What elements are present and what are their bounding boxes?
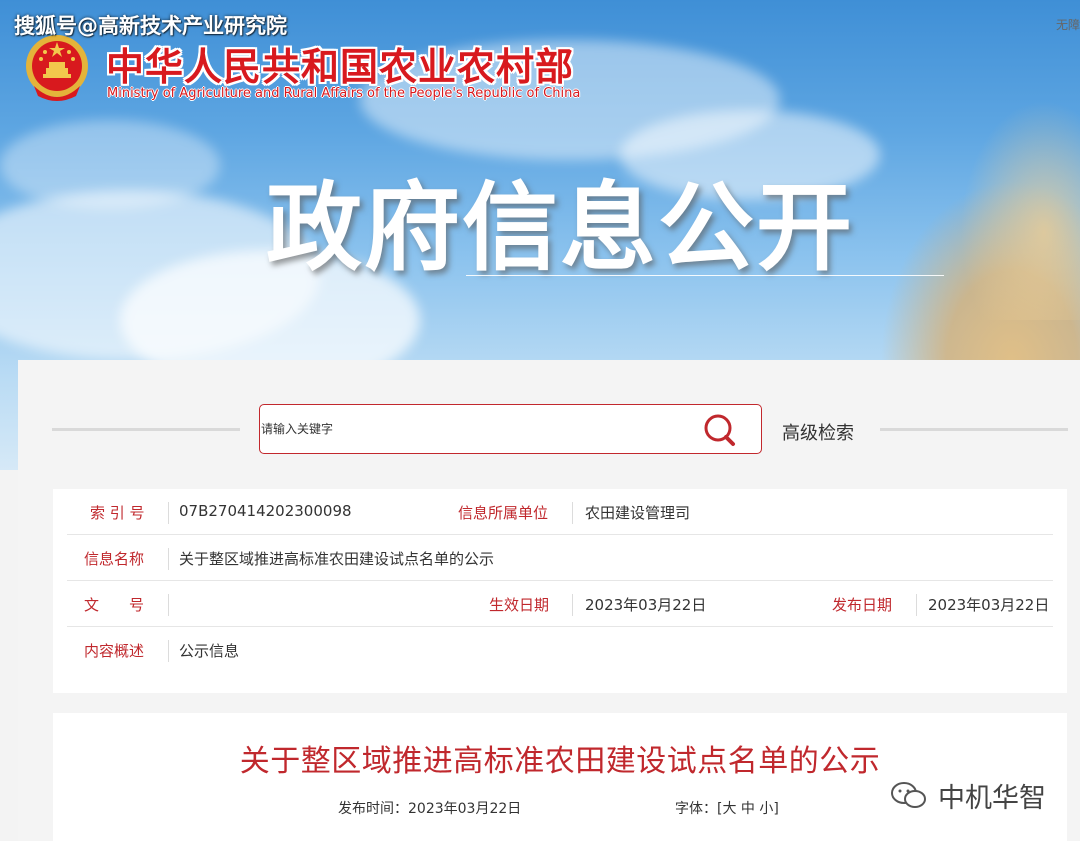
brand-watermark: 中机华智 bbox=[938, 783, 1046, 814]
font-medium-button[interactable]: 中 bbox=[741, 801, 755, 817]
info-row: 内容概述 公示信息 bbox=[53, 627, 1067, 673]
divider-line bbox=[880, 428, 1068, 431]
font-size-selector: 字体：[大 中 小] bbox=[675, 798, 779, 818]
index-number-value: 07B270414202300098 bbox=[179, 502, 352, 520]
info-row: 索 引 号 07B270414202300098 信息所属单位 农田建设管理司 bbox=[53, 489, 1067, 535]
info-table: 索 引 号 07B270414202300098 信息所属单位 农田建设管理司 … bbox=[53, 489, 1067, 693]
info-name-label: 信息名称 bbox=[84, 550, 145, 568]
info-row: 文 号 生效日期 2023年03月22日 发布日期 2023年03月22日 bbox=[53, 581, 1067, 627]
summary-label: 内容概述 bbox=[84, 642, 145, 660]
article-title: 关于整区域推进高标准农田建设试点名单的公示 bbox=[239, 744, 881, 779]
ministry-name-cn: 中华人民共和国农业农村部 bbox=[106, 45, 575, 89]
search-icon[interactable] bbox=[700, 411, 740, 449]
wechat-icon bbox=[891, 782, 926, 808]
unit-value: 农田建设管理司 bbox=[585, 504, 691, 522]
search-bar bbox=[259, 404, 762, 454]
accessibility-link[interactable]: 无障 bbox=[1056, 16, 1080, 33]
column-divider bbox=[168, 640, 169, 662]
info-name-value: 关于整区域推进高标准农田建设试点名单的公示 bbox=[179, 550, 495, 568]
column-divider bbox=[168, 548, 169, 570]
effective-date-label: 生效日期 bbox=[489, 596, 550, 614]
font-small-button[interactable]: 小 bbox=[759, 801, 773, 817]
publish-time-label: 发布时间： bbox=[338, 801, 408, 817]
doc-number-label: 文 号 bbox=[84, 596, 145, 614]
unit-label: 信息所属单位 bbox=[458, 504, 549, 522]
national-emblem-icon bbox=[26, 35, 88, 101]
publish-time: 发布时间：2023年03月22日 bbox=[338, 798, 521, 818]
publish-time-value: 2023年03月22日 bbox=[408, 801, 522, 817]
source-watermark: 搜狐号@高新技术产业研究院 bbox=[14, 14, 287, 38]
banner-wheat bbox=[960, 100, 1080, 320]
info-row: 信息名称 关于整区域推进高标准农田建设试点名单的公示 bbox=[53, 535, 1067, 581]
font-size-bracket: ] bbox=[773, 801, 779, 817]
effective-date-value: 2023年03月22日 bbox=[585, 596, 707, 614]
column-divider bbox=[572, 502, 573, 524]
column-divider bbox=[916, 594, 917, 616]
summary-value: 公示信息 bbox=[179, 642, 240, 660]
column-divider bbox=[572, 594, 573, 616]
section-title: 政府信息公开 bbox=[266, 172, 854, 284]
font-large-button[interactable]: 大 bbox=[722, 801, 736, 817]
font-size-label: 字体：[ bbox=[675, 801, 723, 817]
search-input[interactable] bbox=[261, 419, 681, 439]
ministry-name-en: Ministry of Agriculture and Rural Affair… bbox=[107, 86, 581, 101]
column-divider bbox=[168, 594, 169, 616]
publish-date-label: 发布日期 bbox=[832, 596, 893, 614]
title-underline bbox=[466, 275, 944, 276]
publish-date-value: 2023年03月22日 bbox=[928, 596, 1050, 614]
index-number-label: 索 引 号 bbox=[90, 504, 145, 522]
divider-line bbox=[52, 428, 240, 431]
column-divider bbox=[168, 502, 169, 524]
advanced-search-link[interactable]: 高级检索 bbox=[782, 419, 854, 445]
